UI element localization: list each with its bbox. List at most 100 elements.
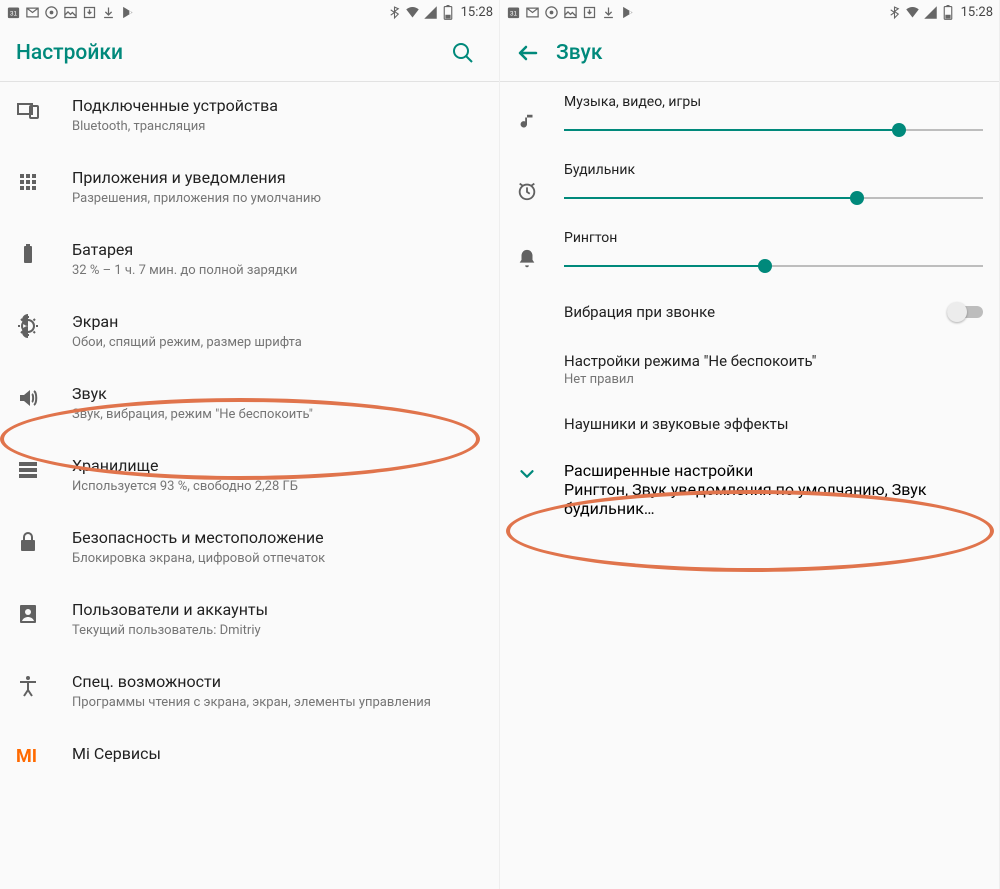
play-badge-icon [620, 5, 635, 20]
vibrate-on-call-row[interactable]: Вибрация при звонке [500, 286, 999, 338]
lock-icon [16, 530, 40, 554]
item-subtitle: Нет правил [564, 372, 983, 387]
settings-screen: 31 [0, 0, 500, 889]
item-subtitle: Обои, спящий режим, размер шрифта [72, 335, 483, 352]
slider-alarm: Будильник [500, 150, 999, 218]
vibrate-switch[interactable] [947, 302, 983, 322]
alarm-icon [516, 180, 538, 202]
settings-item-accessibility[interactable]: Спец. возможности Программы чтения с экр… [0, 658, 499, 730]
download-box-icon [582, 5, 597, 20]
circle-at-icon [44, 5, 59, 20]
settings-item-connected-devices[interactable]: Подключенные устройства Bluetooth, транс… [0, 82, 499, 154]
item-title: Звук [72, 384, 483, 405]
wifi-icon [905, 5, 920, 20]
slider-label: Музыка, видео, игры [564, 94, 983, 110]
headphones-effects-item[interactable]: Наушники и звуковые эффекты [500, 401, 999, 447]
mi-icon: MI [16, 746, 37, 767]
settings-item-display[interactable]: Экран Обои, спящий режим, размер шрифта [0, 298, 499, 370]
image-icon [63, 5, 78, 20]
volume-icon [16, 386, 40, 410]
signal-icon [923, 5, 938, 20]
item-subtitle: Блокировка экрана, цифровой отпечаток [72, 551, 483, 568]
item-subtitle: Программы чтения с экрана, экран, элемен… [72, 695, 483, 712]
status-right-icons: 15:28 [887, 5, 993, 20]
apps-icon [16, 170, 40, 194]
item-title: Подключенные устройства [72, 96, 483, 117]
item-title: Хранилище [72, 456, 483, 477]
settings-list: Подключенные устройства Bluetooth, транс… [0, 82, 499, 780]
status-left-icons: 31 [506, 5, 635, 20]
download-box-icon [82, 5, 97, 20]
alarm-slider[interactable] [564, 188, 983, 208]
arrow-down-icon [601, 5, 616, 20]
item-subtitle: Разрешения, приложения по умолчанию [72, 191, 483, 208]
back-arrow-icon [516, 41, 540, 65]
circle-at-icon [544, 5, 559, 20]
page-title: Настройки [16, 41, 443, 65]
item-title: Батарея [72, 240, 483, 261]
item-title: Наушники и звуковые эффекты [564, 415, 983, 433]
item-title: Экран [72, 312, 483, 333]
settings-appbar: Настройки [0, 24, 499, 82]
settings-item-security[interactable]: Безопасность и местоположение Блокировка… [0, 514, 499, 586]
chevron-down-icon [516, 463, 538, 485]
battery-icon [941, 5, 956, 20]
dnd-settings-item[interactable]: Настройки режима "Не беспокоить" Нет пра… [500, 338, 999, 401]
signal-icon [423, 5, 438, 20]
play-badge-icon [120, 5, 135, 20]
slider-media: Музыка, видео, игры [500, 82, 999, 150]
brightness-icon [16, 314, 40, 338]
status-bar: 31 [0, 0, 499, 24]
settings-item-storage[interactable]: Хранилище Используется 93 %, свободно 2,… [0, 442, 499, 514]
settings-item-apps[interactable]: Приложения и уведомления Разрешения, при… [0, 154, 499, 226]
vibrate-label: Вибрация при звонке [564, 303, 947, 321]
bell-icon [516, 248, 538, 270]
media-slider[interactable] [564, 120, 983, 140]
sound-screen: 31 15:28 Звук Музыка, видео, игры [500, 0, 1000, 889]
calendar-icon: 31 [506, 5, 521, 20]
user-icon [16, 602, 40, 626]
item-subtitle: Текущий пользователь: Dmitriy [72, 623, 483, 640]
ringtone-slider[interactable] [564, 256, 983, 276]
status-clock: 15:28 [961, 5, 993, 20]
accessibility-icon [16, 674, 40, 698]
devices-icon [16, 98, 40, 122]
battery-icon [16, 242, 40, 266]
image-icon [563, 5, 578, 20]
slider-label: Рингтон [564, 230, 983, 246]
settings-item-mi-services[interactable]: MI Mi Сервисы [0, 730, 499, 780]
slider-label: Будильник [564, 162, 983, 178]
status-right-icons: 15:28 [387, 5, 493, 20]
item-title: Спец. возможности [72, 672, 483, 693]
status-bar: 31 15:28 [500, 0, 999, 24]
arrow-down-icon [101, 5, 116, 20]
search-button[interactable] [443, 33, 483, 73]
music-note-icon [516, 112, 538, 134]
item-subtitle: 32 % – 1 ч. 7 мин. до полной зарядки [72, 263, 483, 280]
item-title: Настройки режима "Не беспокоить" [564, 352, 983, 370]
item-subtitle: Рингтон, Звук уведомления по умолчанию, … [564, 480, 983, 518]
page-title: Звук [556, 41, 983, 65]
item-subtitle: Звук, вибрация, режим "Не беспокоить" [72, 407, 483, 424]
battery-icon [441, 5, 456, 20]
gmail-icon [25, 5, 40, 20]
settings-item-battery[interactable]: Батарея 32 % – 1 ч. 7 мин. до полной зар… [0, 226, 499, 298]
bluetooth-icon [387, 5, 402, 20]
wifi-icon [405, 5, 420, 20]
advanced-settings-item[interactable]: Расширенные настройки Рингтон, Звук увед… [500, 447, 999, 532]
search-icon [451, 41, 475, 65]
svg-text:31: 31 [510, 10, 517, 17]
calendar-icon: 31 [6, 5, 21, 20]
item-title: Безопасность и местоположение [72, 528, 483, 549]
status-clock: 15:28 [461, 5, 493, 20]
item-title: Приложения и уведомления [72, 168, 483, 189]
back-button[interactable] [508, 33, 548, 73]
sound-appbar: Звук [500, 24, 999, 82]
settings-item-users[interactable]: Пользователи и аккаунты Текущий пользова… [0, 586, 499, 658]
item-subtitle: Используется 93 %, свободно 2,28 ГБ [72, 479, 483, 496]
gmail-icon [525, 5, 540, 20]
settings-item-sound[interactable]: Звук Звук, вибрация, режим "Не беспокоит… [0, 370, 499, 442]
item-title: Mi Сервисы [72, 744, 483, 765]
slider-ringtone: Рингтон [500, 218, 999, 286]
status-left-icons: 31 [6, 5, 135, 20]
